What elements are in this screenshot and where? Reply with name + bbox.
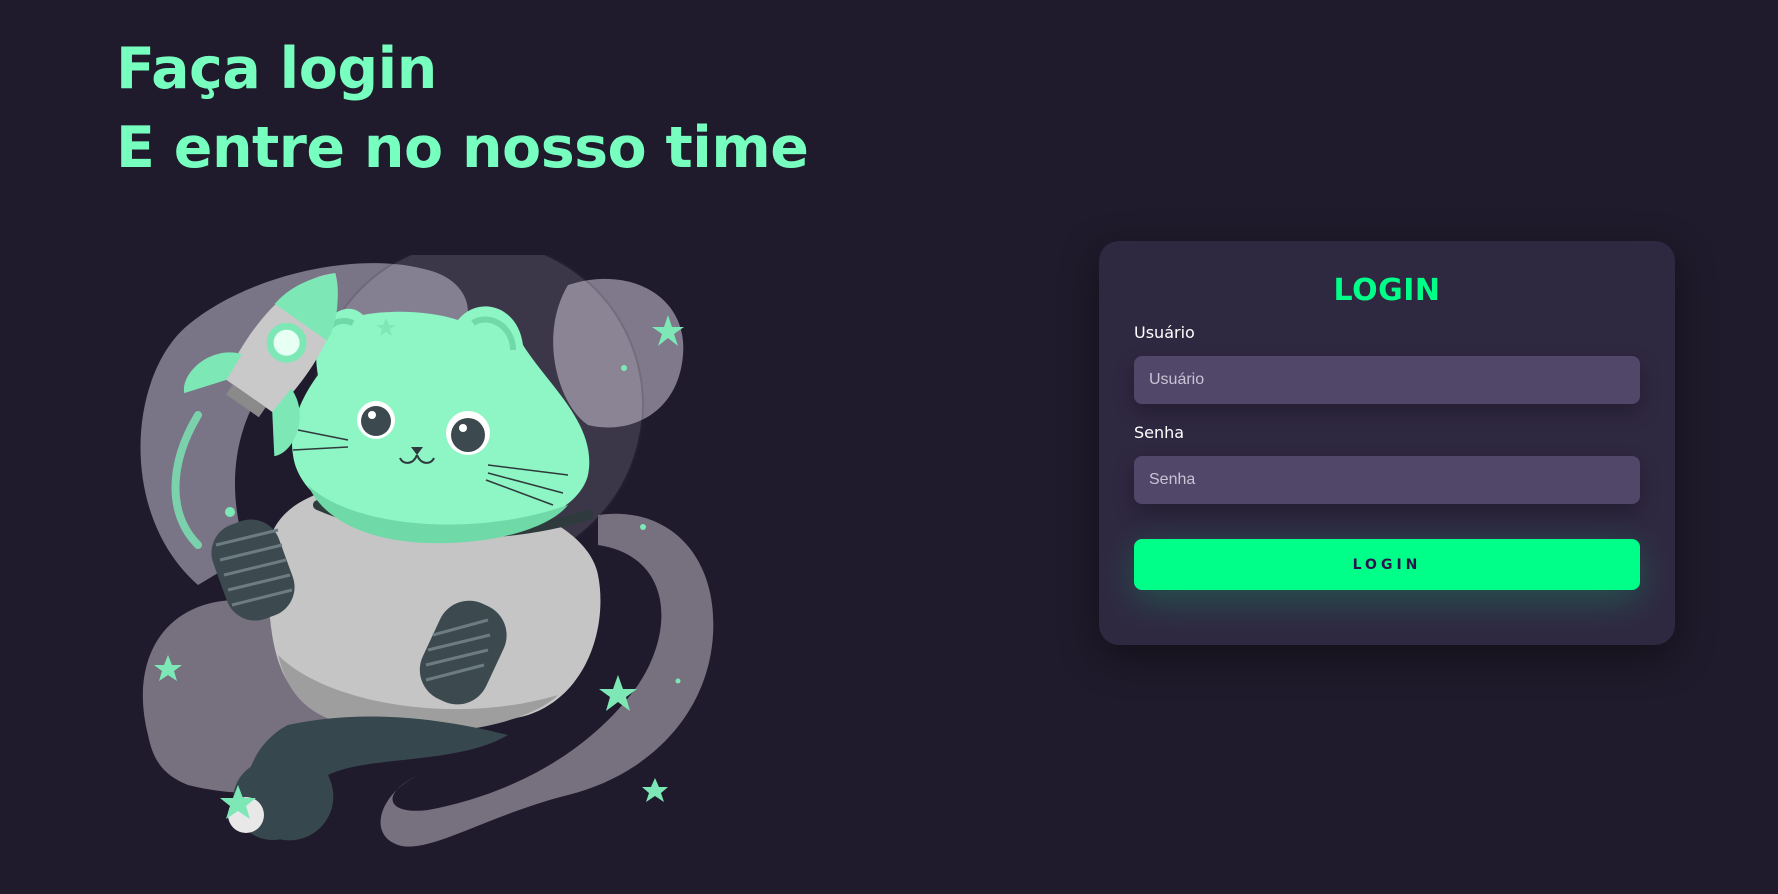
- username-label: Usuário: [1134, 323, 1195, 342]
- hero-heading: Faça login E entre no nosso time: [116, 30, 809, 188]
- username-input[interactable]: [1134, 356, 1640, 404]
- password-label: Senha: [1134, 423, 1185, 442]
- login-button[interactable]: LOGIN: [1134, 539, 1640, 590]
- login-card: LOGIN Usuário Senha LOGIN: [1099, 241, 1675, 645]
- login-page: Faça login E entre no nosso time LOGIN U…: [0, 0, 1778, 894]
- password-input[interactable]: [1134, 456, 1640, 504]
- login-card-title: LOGIN: [1333, 273, 1441, 308]
- hero-line-2: E entre no nosso time: [116, 115, 809, 181]
- astronaut-cat-illustration: [128, 255, 728, 865]
- hero-line-1: Faça login: [116, 36, 437, 102]
